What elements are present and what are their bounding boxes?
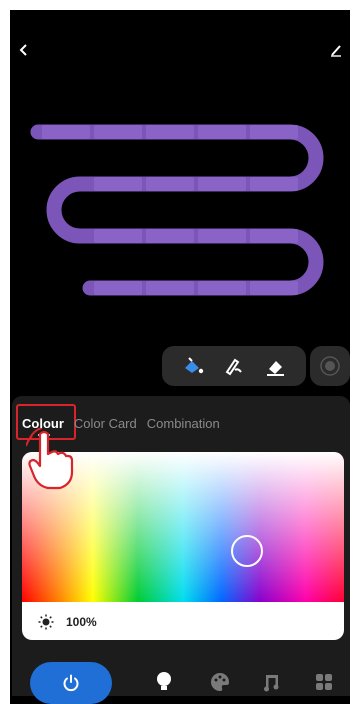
- pen-tool-button[interactable]: [219, 351, 249, 381]
- record-button[interactable]: [310, 346, 350, 386]
- app-screen: Colour Color Card Combination 100%: [10, 10, 350, 704]
- power-button[interactable]: [30, 662, 112, 704]
- led-segment[interactable]: [198, 229, 246, 243]
- led-segment[interactable]: [198, 281, 246, 295]
- led-segment[interactable]: [198, 177, 246, 191]
- led-segment[interactable]: [94, 125, 142, 139]
- fill-tool-button[interactable]: [178, 351, 208, 381]
- tab-colour[interactable]: Colour: [22, 416, 64, 431]
- led-segment[interactable]: [94, 229, 142, 243]
- colour-tabs: Colour Color Card Combination: [22, 410, 220, 436]
- led-segment[interactable]: [146, 177, 194, 191]
- tab-color-card[interactable]: Color Card: [74, 416, 137, 431]
- sun-icon: [38, 614, 54, 630]
- record-icon: [320, 356, 340, 376]
- draw-tools: [162, 346, 306, 386]
- led-segment[interactable]: [146, 229, 194, 243]
- led-segment[interactable]: [146, 125, 194, 139]
- led-segment[interactable]: [94, 281, 142, 295]
- led-segment[interactable]: [146, 281, 194, 295]
- tab-combination[interactable]: Combination: [147, 416, 220, 431]
- palette-icon: [211, 673, 229, 691]
- nav-music-button[interactable]: [258, 668, 286, 696]
- led-segment[interactable]: [250, 229, 298, 243]
- eraser-tool-button[interactable]: [260, 351, 290, 381]
- led-strip-canvas[interactable]: [10, 10, 350, 340]
- colour-selector-ring[interactable]: [231, 535, 264, 567]
- nav-scenes-button[interactable]: [310, 668, 338, 696]
- nav-palette-button[interactable]: [206, 668, 234, 696]
- scenes-icon: [316, 674, 332, 690]
- brightness-value: 100%: [66, 615, 97, 629]
- led-segment[interactable]: [94, 177, 142, 191]
- eraser-icon: [267, 361, 285, 376]
- fill-bucket-icon: [184, 357, 203, 374]
- led-segment[interactable]: [42, 125, 90, 139]
- colour-picker-card: 100%: [22, 452, 344, 640]
- led-segment[interactable]: [198, 125, 246, 139]
- pen-icon: [225, 358, 242, 376]
- led-segment[interactable]: [250, 281, 298, 295]
- music-icon: [264, 675, 279, 692]
- colour-panel: Colour Color Card Combination 100%: [12, 396, 350, 696]
- bulb-icon: [157, 672, 171, 690]
- led-segment[interactable]: [250, 125, 298, 139]
- colour-spectrum[interactable]: [22, 452, 344, 602]
- brightness-slider[interactable]: 100%: [22, 604, 344, 640]
- nav-light-button[interactable]: [150, 668, 178, 696]
- active-tab-indicator: [38, 434, 50, 436]
- power-icon: [63, 674, 79, 692]
- bottom-nav: [12, 656, 350, 704]
- led-segment[interactable]: [250, 177, 298, 191]
